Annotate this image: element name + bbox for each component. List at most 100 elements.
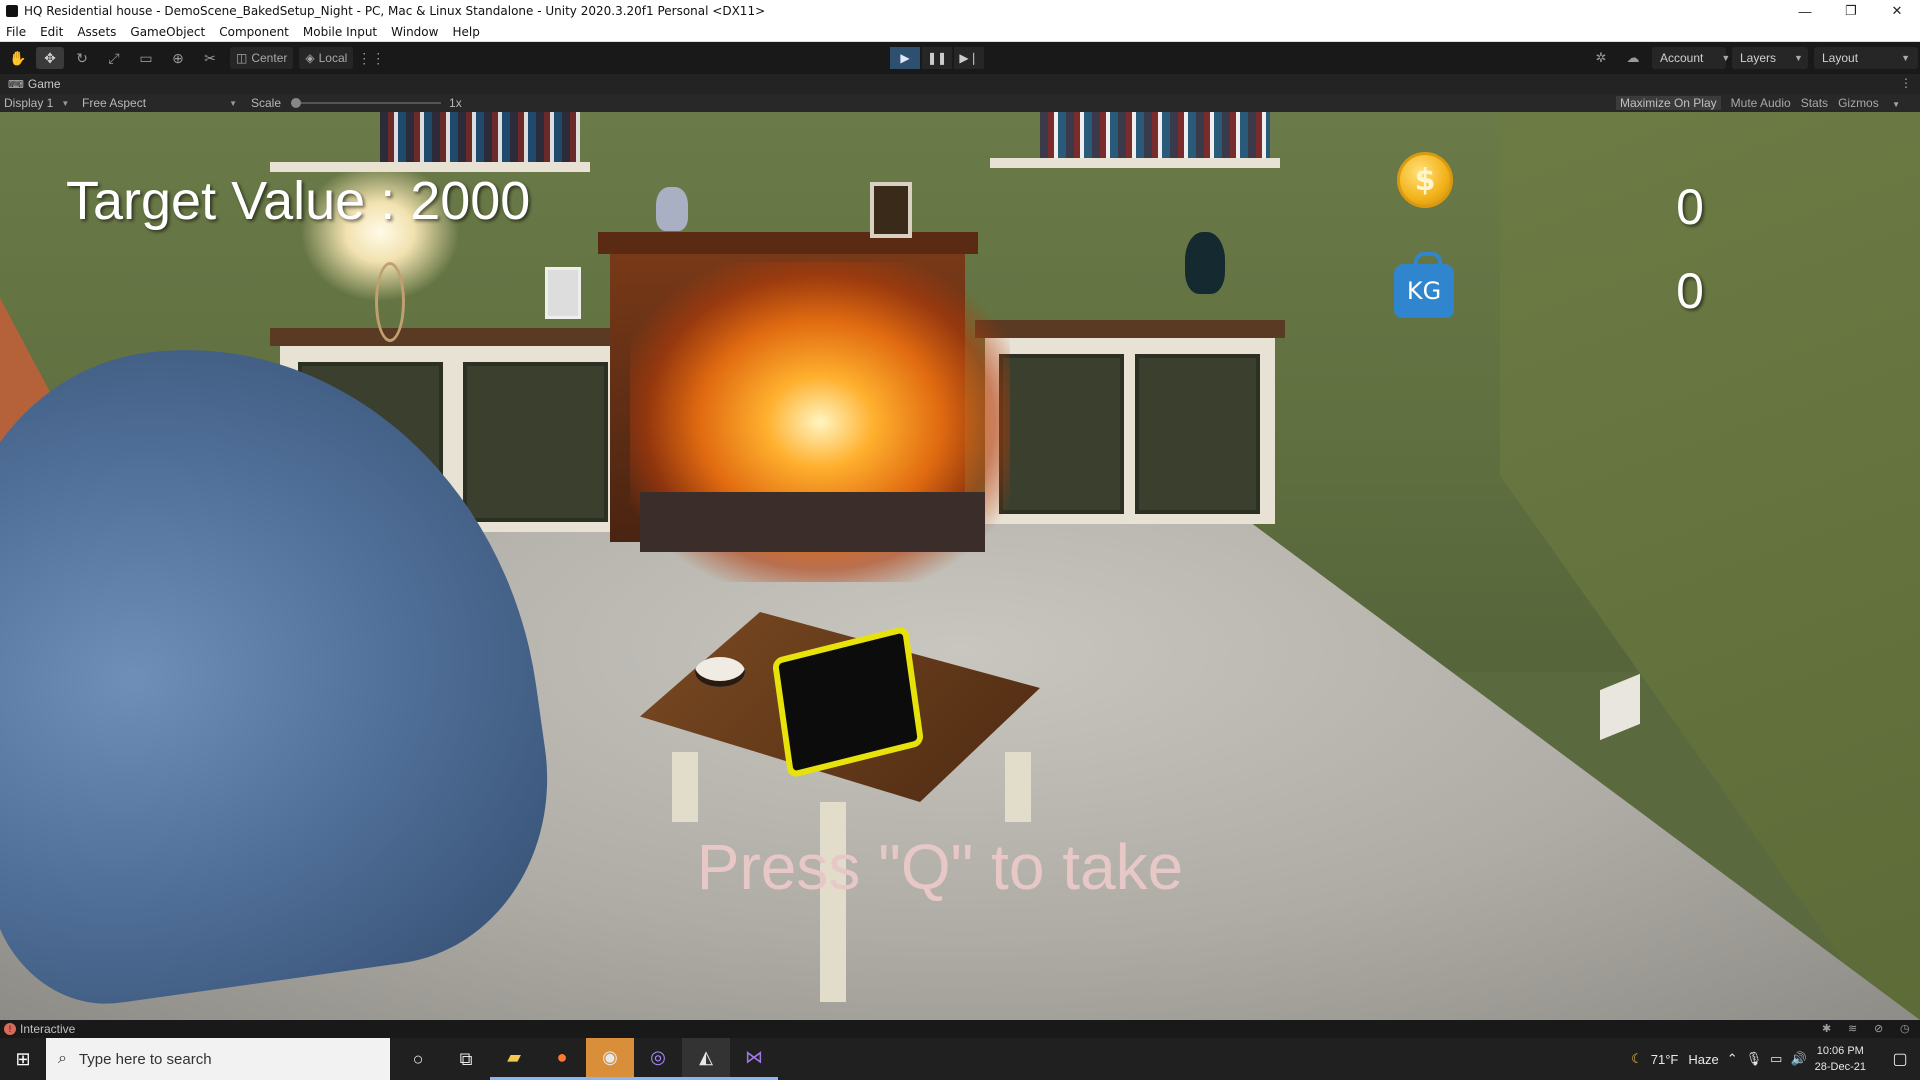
shelf-right [990,158,1280,168]
search-icon: ⌕ [58,1050,67,1067]
coin-icon: $ [1397,152,1453,208]
progress-icon[interactable]: ◷ [1900,1022,1914,1036]
scale-slider-knob[interactable] [291,98,302,108]
rect-tool-icon[interactable]: ▭ [132,47,160,69]
cabinet-door [999,354,1124,514]
step-button[interactable]: ▶❘ [954,47,984,69]
taskbar-search[interactable]: ⌕ Type here to search [46,1038,390,1080]
toolbar-right: ✲ ☁ Account ▼ Layers ▼ Layout ▼ [1588,47,1920,69]
firefox-icon[interactable]: ● [538,1038,586,1080]
volume-icon[interactable]: 🔊 [1790,1051,1806,1067]
picture-frame [545,267,581,319]
layers-dropdown[interactable]: Layers ▼ [1732,47,1808,69]
wall-outlet [1600,673,1640,741]
scale-slider[interactable] [291,98,442,108]
layout-dropdown[interactable]: Layout ▼ [1814,47,1918,69]
custom-tool-icon[interactable]: ✂ [196,47,224,69]
menu-component[interactable]: Component [219,25,289,39]
menu-gameobject[interactable]: GameObject [130,25,205,39]
transform-tool-icon[interactable]: ⊕ [164,47,192,69]
debug-icon[interactable]: ✱ [1822,1022,1836,1036]
more-options-icon[interactable]: ⋮ [1900,76,1912,90]
pivot-center-button[interactable]: ◫ Center [230,47,294,69]
status-bar: ! Interactive ✱ ≋ ⊘ ◷ [0,1020,1920,1038]
menu-edit[interactable]: Edit [40,25,63,39]
collab-icon[interactable]: ✲ [1588,47,1614,69]
windows-taskbar: ⊞ ⌕ Type here to search ○ ⧉ ▰ ● ◉ ◎ ◭ ⋈ … [0,1038,1920,1080]
status-text[interactable]: Interactive [20,1022,75,1036]
pivot-local-button[interactable]: ◈ Local [299,47,354,69]
vase [1185,232,1225,294]
layout-label: Layout [1822,51,1859,65]
windows-start-icon[interactable]: ⊞ [0,1038,46,1080]
system-clock[interactable]: 10:06 PM 28-Dec-21 [1815,1043,1866,1075]
microphone-icon[interactable]: 🎙 [1746,1051,1763,1067]
grid-snap-icon[interactable]: ⋮⋮ [357,47,385,69]
menu-file[interactable]: File [6,25,26,39]
menu-mobile-input[interactable]: Mobile Input [303,25,377,39]
local-icon: ◈ [305,51,315,65]
close-button[interactable]: ✕ [1874,0,1920,22]
game-tab-header: ⌨ Game ⋮ [0,74,1920,94]
file-explorer-icon[interactable]: ▰ [490,1038,538,1080]
vase [656,187,688,231]
status-icons: ✱ ≋ ⊘ ◷ [1810,1022,1914,1036]
discord-icon[interactable]: ◉ [586,1038,634,1080]
menu-window[interactable]: Window [391,25,438,39]
weight-kg-icon: KG [1394,252,1454,318]
minimize-button[interactable]: — [1782,0,1828,22]
unity-icon[interactable]: ◭ [682,1038,730,1080]
window-controls: — ❐ ✕ [1782,0,1920,22]
task-view-icon[interactable]: ⧉ [442,1038,490,1080]
cabinet-door [1135,354,1260,514]
tray-chevron-icon[interactable]: ⌃ [1727,1051,1738,1067]
interaction-prompt: Press "Q" to take [696,831,1184,903]
play-button[interactable]: ▶ [890,47,920,69]
restore-button[interactable]: ❐ [1828,0,1874,22]
cabinet-right [975,320,1285,524]
moon-icon: ☾ [1631,1051,1643,1066]
play-controls: ▶ ❚❚ ▶❘ [890,47,986,69]
maximize-on-play-toggle[interactable]: Maximize On Play [1615,96,1721,110]
menu-help[interactable]: Help [452,25,479,39]
aspect-dropdown[interactable]: Free Aspect ▼ [82,96,237,110]
stats-toggle[interactable]: Stats [1801,96,1828,110]
gizmos-label: Gizmos [1838,96,1879,110]
money-value: 0 [1676,179,1704,235]
layers-stack-icon[interactable]: ≋ [1848,1022,1862,1036]
layers-label: Layers [1740,51,1777,65]
cache-icon[interactable]: ⊘ [1874,1022,1888,1036]
weight-value: 0 [1676,263,1704,319]
network-icon[interactable]: ▭ [1770,1051,1782,1067]
local-label: Local [318,51,348,65]
hearth [640,492,985,552]
scale-tool-icon[interactable]: ⤢ [100,47,128,69]
move-tool-icon[interactable]: ✥ [36,47,64,69]
tab-game[interactable]: ⌨ Game [8,77,61,91]
gamepad-icon: ⌨ [8,78,24,91]
weather-widget[interactable]: ☾ 71°F Haze [1631,1051,1719,1067]
hand-tool-icon[interactable]: ✋ [4,47,32,69]
account-dropdown[interactable]: Account ▼ [1652,47,1730,69]
cabinet-top [270,328,640,346]
chevron-down-icon: ▼ [1892,100,1900,109]
game-viewport[interactable]: Target Value : 2000 $ 0 KG 0 Press "Q" t… [0,112,1920,1020]
scale-value: 1x [449,96,462,110]
game-view-toggles: Maximize On Play Mute Audio Stats Gizmos… [1615,94,1920,112]
cortana-icon[interactable]: ○ [394,1038,442,1080]
github-desktop-icon[interactable]: ◎ [634,1038,682,1080]
cloud-icon[interactable]: ☁ [1620,47,1646,69]
chevron-down-icon: ▼ [1794,53,1803,63]
display-dropdown[interactable]: Display 1 ▼ [4,96,82,110]
menu-assets[interactable]: Assets [77,25,116,39]
pause-button[interactable]: ❚❚ [922,47,952,69]
coffee-cup [695,657,745,687]
system-tray: ☾ 71°F Haze ⌃ 🎙 ▭ 🔊 10:06 PM 28-Dec-21 ▢ [1631,1038,1920,1080]
gizmos-dropdown[interactable]: Gizmos ▼ [1838,96,1910,110]
visual-studio-icon[interactable]: ⋈ [730,1038,778,1080]
rotate-tool-icon[interactable]: ↻ [68,47,96,69]
mute-audio-toggle[interactable]: Mute Audio [1731,96,1791,110]
account-label: Account [1660,51,1704,65]
game-view-controls: Display 1 ▼ Free Aspect ▼ Scale 1x Maximiz… [0,94,1920,112]
notifications-icon[interactable]: ▢ [1880,1038,1920,1080]
